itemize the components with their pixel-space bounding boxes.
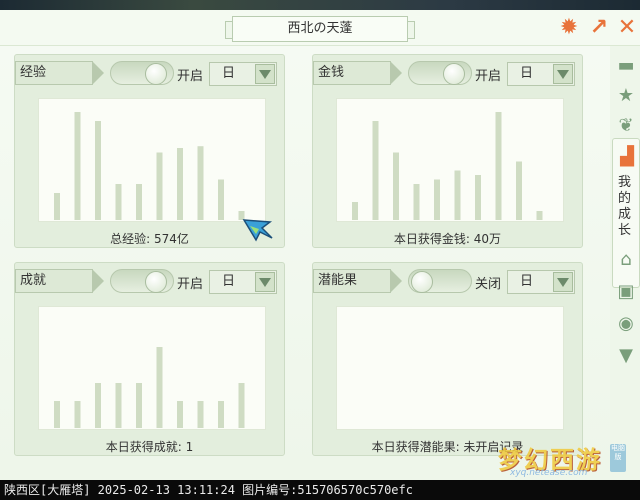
period-select[interactable]: 日 bbox=[209, 270, 277, 294]
right-sidebar: ▬ ★ ❦ ▟ 我的成长 ⌂ ▣ ◉ ▼ bbox=[610, 46, 640, 480]
toggle-knob[interactable] bbox=[145, 63, 167, 85]
panel-money: 金钱 开启 日 本日获得金钱: 40万 bbox=[312, 54, 583, 248]
toggle-label: 开启 bbox=[177, 69, 204, 84]
chart-bar bbox=[434, 179, 440, 220]
game-cursor-icon bbox=[242, 219, 273, 242]
toggle-knob[interactable] bbox=[411, 271, 433, 293]
export-arrow-icon[interactable]: ↗ bbox=[586, 15, 612, 41]
chart-bar bbox=[475, 175, 481, 220]
growth-window: 西北の天蓬 ✹ ↗ ✕ 经验 开启 日 总经验: 574亿 金钱 开启 日 本日… bbox=[0, 0, 640, 480]
chart-bar bbox=[115, 184, 122, 220]
chart-bar bbox=[54, 193, 60, 220]
chart-bar bbox=[197, 401, 204, 428]
palette-icon[interactable]: ◉ bbox=[614, 312, 638, 336]
close-icon[interactable]: ✕ bbox=[614, 15, 640, 41]
dropdown-arrow-icon[interactable] bbox=[553, 272, 573, 292]
toggle-label: 开启 bbox=[475, 69, 502, 84]
chart-bar bbox=[156, 152, 163, 220]
bar-chart bbox=[336, 98, 564, 222]
panel-caption: 本日获得成就: 1 bbox=[105, 440, 194, 454]
dropdown-arrow-icon[interactable] bbox=[553, 64, 573, 84]
panel-achievement: 成就 开启 日 本日获得成就: 1 bbox=[14, 262, 285, 456]
chart-bar bbox=[177, 148, 183, 220]
record-toggle[interactable] bbox=[408, 269, 472, 293]
period-select[interactable]: 日 bbox=[507, 270, 575, 294]
chart-svg bbox=[352, 112, 543, 220]
chart-svg bbox=[54, 112, 245, 220]
period-value: 日 bbox=[222, 274, 236, 289]
chart-bar bbox=[352, 202, 358, 220]
period-value: 日 bbox=[520, 274, 534, 289]
dropdown-arrow-icon[interactable] bbox=[255, 64, 275, 84]
chart-bar bbox=[156, 347, 163, 428]
status-bar: 陕西区[大雁塔] 2025-02-13 13:11:24 图片编号:515706… bbox=[0, 480, 640, 500]
record-toggle[interactable] bbox=[408, 61, 472, 85]
toggle-knob[interactable] bbox=[443, 63, 465, 85]
chart-svg bbox=[54, 347, 245, 428]
chart-bar bbox=[238, 383, 245, 428]
chart-bar bbox=[177, 401, 183, 428]
chart-bar bbox=[454, 170, 461, 220]
period-value: 日 bbox=[520, 66, 534, 81]
panel-tag: 潜能果 bbox=[313, 269, 402, 293]
chart-bar bbox=[372, 121, 379, 220]
chart-bar bbox=[218, 401, 224, 428]
box-icon[interactable]: ▣ bbox=[614, 280, 638, 304]
bar-chart bbox=[38, 306, 266, 430]
chart-bar bbox=[74, 112, 81, 220]
chart-bar bbox=[115, 383, 122, 428]
tab-label: 我的成长 bbox=[618, 175, 632, 238]
home-icon[interactable]: ⌂ bbox=[614, 248, 638, 272]
paw-icon[interactable]: ❦ bbox=[614, 114, 638, 138]
top-strip bbox=[0, 0, 640, 10]
chart-bar bbox=[516, 161, 522, 220]
chart-bar bbox=[495, 112, 502, 220]
watermark: 梦幻西游 xyq.netease.com 电脑版 bbox=[498, 440, 628, 478]
record-toggle[interactable] bbox=[110, 61, 174, 85]
panel-caption: 本日获得金钱: 40万 bbox=[393, 232, 502, 246]
chart-bar bbox=[74, 401, 81, 428]
chart-bar bbox=[54, 401, 60, 428]
chart-bar bbox=[95, 383, 101, 428]
chat-icon[interactable]: ▬ bbox=[614, 54, 638, 78]
watermark-badge: 电脑版 bbox=[610, 444, 626, 472]
panel-tag: 成就 bbox=[15, 269, 104, 293]
chart-bar bbox=[393, 152, 399, 220]
bar-chart bbox=[336, 306, 564, 430]
chart-bar bbox=[413, 184, 420, 220]
chart-bar bbox=[136, 383, 142, 428]
chart-bar bbox=[136, 184, 142, 220]
watermark-url: xyq.netease.com bbox=[510, 468, 588, 478]
period-value: 日 bbox=[222, 66, 236, 81]
chart-bar bbox=[197, 146, 204, 220]
settings-gear-icon[interactable]: ✹ bbox=[556, 15, 582, 41]
panel-tag: 金钱 bbox=[313, 61, 402, 85]
period-select[interactable]: 日 bbox=[507, 62, 575, 86]
period-select[interactable]: 日 bbox=[209, 62, 277, 86]
panel-potential-fruit: 潜能果 关闭 日 本日获得潜能果: 未开启记录 bbox=[312, 262, 583, 456]
title-bar: 西北の天蓬 ✹ ↗ ✕ bbox=[0, 10, 640, 46]
toggle-knob[interactable] bbox=[145, 271, 167, 293]
star-icon[interactable]: ★ bbox=[614, 84, 638, 108]
bar-chart bbox=[38, 98, 266, 222]
record-toggle[interactable] bbox=[110, 269, 174, 293]
dropdown-arrow-icon[interactable] bbox=[255, 272, 275, 292]
toggle-label: 开启 bbox=[177, 277, 204, 292]
toggle-label: 关闭 bbox=[475, 277, 502, 292]
panel-tag: 经验 bbox=[15, 61, 104, 85]
chart-svg bbox=[337, 307, 565, 431]
shirt-icon[interactable]: ▼ bbox=[614, 344, 638, 368]
signal-bars-icon: ▟ bbox=[620, 146, 634, 167]
chart-bar bbox=[536, 211, 543, 220]
chart-bar bbox=[218, 179, 224, 220]
chart-bar bbox=[95, 121, 101, 220]
window-title: 西北の天蓬 bbox=[225, 16, 415, 42]
